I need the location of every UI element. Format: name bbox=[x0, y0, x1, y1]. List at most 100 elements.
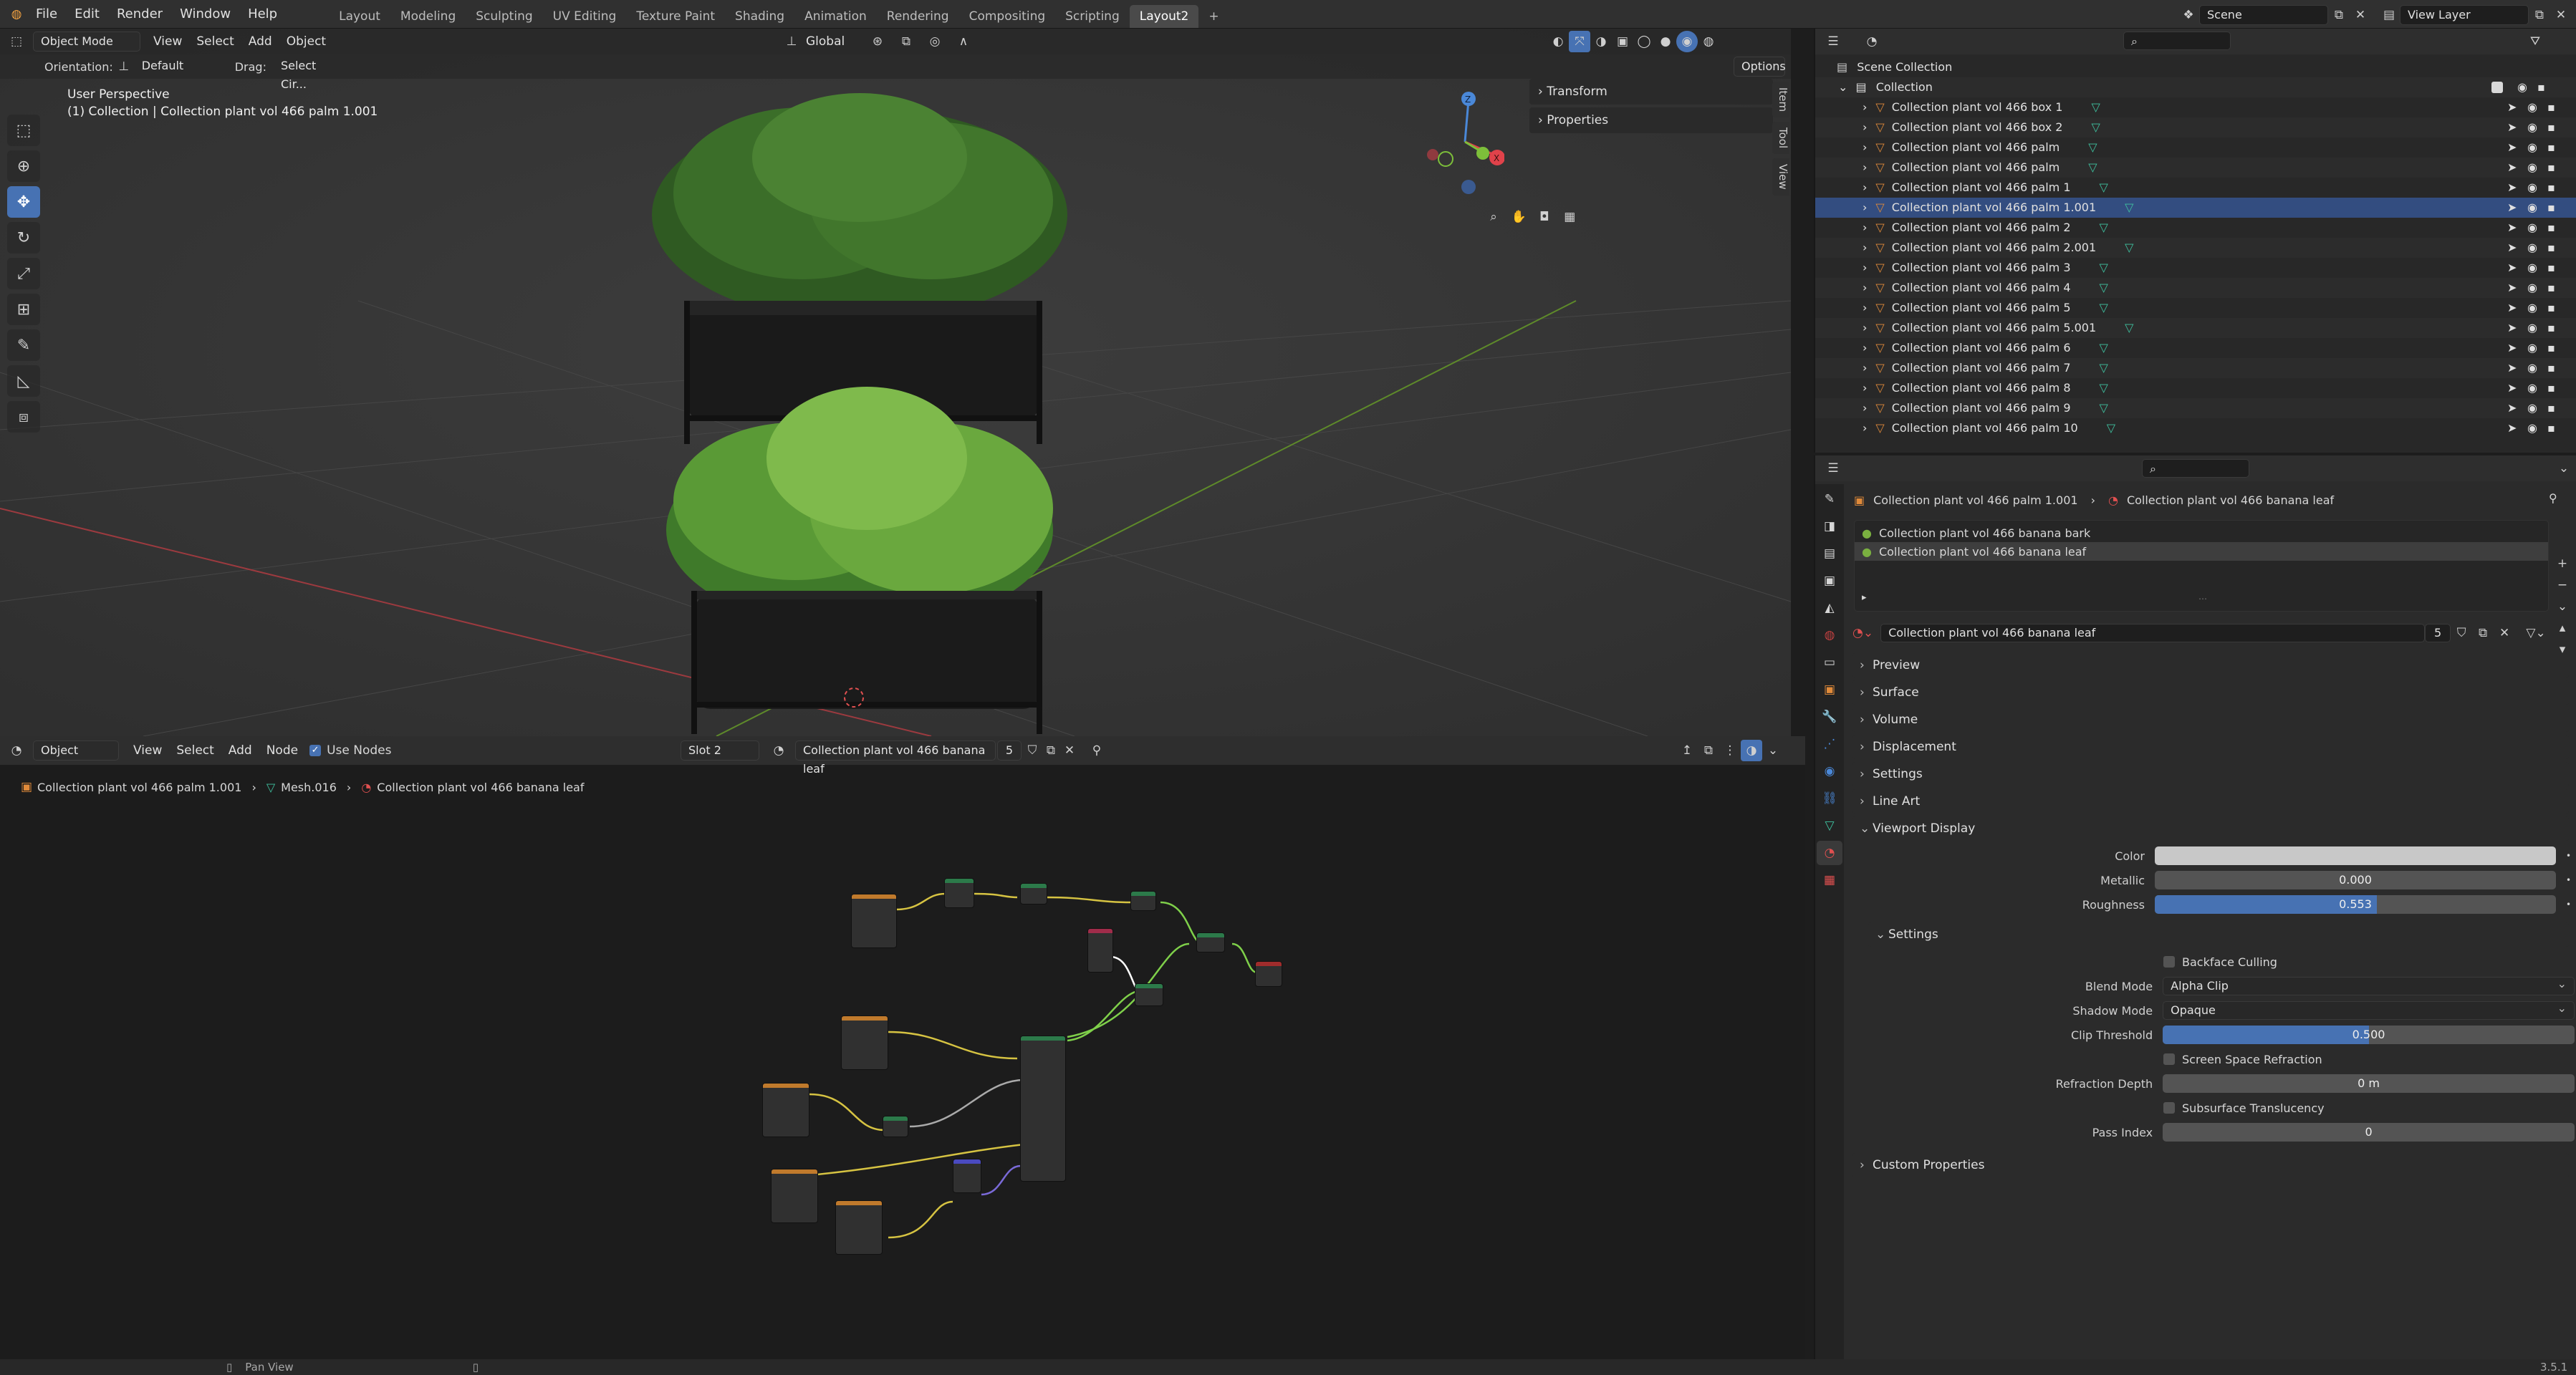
menu-help[interactable]: Help bbox=[239, 0, 286, 29]
backface-culling-checkbox[interactable] bbox=[2163, 956, 2175, 968]
outliner-row[interactable]: › ▽ Collection plant vol 466 palm 9 ▽ ➤ ◉ ▪ bbox=[1815, 398, 2576, 418]
shader-node-editor[interactable]: ◔ Object View Select Add Node ✓ Use Node… bbox=[0, 736, 1805, 1359]
camera-icon[interactable]: ▪ bbox=[2547, 398, 2555, 418]
mesh-data-icon[interactable]: ▽ bbox=[2091, 100, 2100, 114]
mesh-data-icon[interactable]: ▽ bbox=[2125, 241, 2133, 254]
select-toggle-icon[interactable]: ➤ bbox=[2507, 418, 2517, 438]
drag-dropdown[interactable]: Select Cir... bbox=[274, 57, 352, 91]
chevron-right-icon[interactable]: › bbox=[1863, 381, 1867, 395]
visibility-icon[interactable]: ◉ bbox=[2517, 77, 2527, 97]
refraction-depth-field[interactable]: 0 m bbox=[2163, 1074, 2575, 1093]
camera-icon[interactable]: ▪ bbox=[2547, 278, 2555, 298]
texture-node[interactable] bbox=[835, 1200, 883, 1255]
texture-node[interactable] bbox=[771, 1169, 818, 1223]
move-tool-icon[interactable]: ✥ bbox=[7, 186, 40, 218]
outliner-row[interactable]: › ▽ Collection plant vol 466 palm 2 ▽ ➤ ◉ ▪ bbox=[1815, 218, 2576, 238]
select-toggle-icon[interactable]: ➤ bbox=[2507, 97, 2517, 117]
orientation-dropdown[interactable]: Default bbox=[135, 57, 221, 77]
visibility-icon[interactable]: ◉ bbox=[2527, 398, 2537, 418]
visibility-icon[interactable]: ◉ bbox=[2527, 97, 2537, 117]
material-name-field[interactable]: Collection plant vol 466 banana leaf bbox=[1880, 624, 2426, 642]
wireframe-shading-icon[interactable]: ◯ bbox=[1633, 31, 1655, 52]
texture-node[interactable] bbox=[851, 894, 897, 948]
view-layer-tab-icon[interactable]: ▣ bbox=[1817, 569, 1842, 593]
outliner-row[interactable]: › ▽ Collection plant vol 466 palm 6 ▽ ➤ ◉ ▪ bbox=[1815, 338, 2576, 358]
texture-node[interactable] bbox=[762, 1083, 809, 1137]
select-toggle-icon[interactable]: ➤ bbox=[2507, 158, 2517, 178]
physics-tab-icon[interactable]: ◉ bbox=[1817, 759, 1842, 783]
outliner-row[interactable]: › ▽ Collection plant vol 466 palm 5.001 ▽ ➤ ◉… bbox=[1815, 318, 2576, 338]
duplicate-icon[interactable]: ⧉ bbox=[2472, 622, 2494, 644]
particles-tab-icon[interactable]: ⋰ bbox=[1817, 732, 1842, 756]
gizmo-toggle-icon[interactable]: ⤧ bbox=[1569, 31, 1590, 52]
annotate-tool-icon[interactable]: ✎ bbox=[7, 329, 40, 361]
transform-orientation-dropdown[interactable]: Global bbox=[799, 31, 852, 52]
preview-panel[interactable]: Preview bbox=[1852, 653, 2569, 677]
tab-view[interactable]: View bbox=[1772, 158, 1789, 196]
select-toggle-icon[interactable]: ➤ bbox=[2507, 138, 2517, 158]
collection-tab-icon[interactable]: ▭ bbox=[1817, 650, 1842, 675]
outliner-row[interactable]: › ▽ Collection plant vol 466 palm 8 ▽ ➤ ◉ ▪ bbox=[1815, 378, 2576, 398]
mesh-data-icon[interactable]: ▽ bbox=[2091, 120, 2100, 134]
select-toggle-icon[interactable]: ➤ bbox=[2507, 198, 2517, 218]
chevron-right-icon[interactable]: › bbox=[1863, 361, 1867, 375]
tab-tool[interactable]: Tool bbox=[1772, 122, 1789, 155]
texture-tab-icon[interactable]: ▦ bbox=[1817, 868, 1842, 892]
select-toggle-icon[interactable]: ➤ bbox=[2507, 358, 2517, 378]
visibility-icon[interactable]: ◉ bbox=[2527, 117, 2537, 138]
menu-object[interactable]: Object bbox=[279, 31, 333, 52]
volume-panel[interactable]: Volume bbox=[1852, 708, 2569, 732]
chevron-right-icon[interactable]: › bbox=[1863, 160, 1867, 174]
mesh-data-icon[interactable]: ▽ bbox=[2125, 201, 2133, 214]
ortho-grid-icon[interactable]: ▦ bbox=[1559, 206, 1580, 228]
copy-icon[interactable]: ⧉ bbox=[2328, 4, 2350, 26]
converter-node[interactable] bbox=[883, 1116, 908, 1137]
scale-tool-icon[interactable]: ⤢ bbox=[7, 258, 40, 289]
object-tab-icon[interactable]: ▣ bbox=[1817, 677, 1842, 702]
add-cube-tool-icon[interactable]: ⧈ bbox=[7, 401, 40, 433]
mesh-data-icon[interactable]: ▽ bbox=[2100, 381, 2108, 395]
outliner-row[interactable]: › ▽ Collection plant vol 466 palm 1 ▽ ➤ ◉ ▪ bbox=[1815, 178, 2576, 198]
select-toggle-icon[interactable]: ➤ bbox=[2507, 117, 2517, 138]
select-toggle-icon[interactable]: ➤ bbox=[2507, 278, 2517, 298]
outliner-row[interactable]: › ▽ Collection plant vol 466 palm 5 ▽ ➤ ◉ ▪ bbox=[1815, 298, 2576, 318]
camera-icon[interactable]: ▪ bbox=[2547, 117, 2555, 138]
display-mode-icon[interactable]: ◔ bbox=[1861, 31, 1883, 52]
outliner-row[interactable]: › ▽ Collection plant vol 466 palm 10 ▽ ➤ ◉ ▪ bbox=[1815, 418, 2576, 438]
chevron-down-icon[interactable]: ⌄ bbox=[1838, 80, 1847, 94]
shadow-mode-dropdown[interactable]: Opaque bbox=[2163, 1000, 2575, 1020]
add-workspace-button[interactable]: + bbox=[1198, 5, 1229, 28]
mesh-data-icon[interactable]: ▽ bbox=[2088, 140, 2097, 154]
visibility-icon[interactable]: ◉ bbox=[2527, 138, 2537, 158]
measure-tool-icon[interactable]: ◺ bbox=[7, 365, 40, 397]
camera-icon[interactable]: ▪ bbox=[2547, 158, 2555, 178]
camera-icon[interactable]: ▪ bbox=[2547, 178, 2555, 198]
backface-culling-row[interactable]: Backface Culling bbox=[1847, 950, 2575, 974]
blend-mode-dropdown[interactable]: Alpha Clip bbox=[2163, 975, 2575, 995]
ssr-checkbox[interactable] bbox=[2163, 1053, 2175, 1065]
camera-icon[interactable]: ▪ bbox=[2547, 218, 2555, 238]
chevron-right-icon[interactable]: › bbox=[1863, 201, 1867, 214]
outliner-row[interactable]: › ▽ Collection plant vol 466 palm ▽ ➤ ◉ ▪ bbox=[1815, 158, 2576, 178]
outliner-search-input[interactable]: ⌕ bbox=[2123, 32, 2231, 50]
output-tab-icon[interactable]: ▤ bbox=[1817, 541, 1842, 566]
visibility-icon[interactable]: ◉ bbox=[2527, 238, 2537, 258]
mesh-data-icon[interactable]: ▽ bbox=[2100, 261, 2108, 274]
color-swatch[interactable] bbox=[2155, 846, 2556, 865]
mix-shader-node[interactable] bbox=[1196, 932, 1225, 952]
roughness-slider[interactable]: 0.553 bbox=[2155, 895, 2556, 914]
slot-menu-icon[interactable]: ⌄ bbox=[2552, 596, 2573, 617]
tab-layout[interactable]: Layout bbox=[329, 5, 390, 28]
move-up-icon[interactable]: ▴ bbox=[2552, 617, 2573, 639]
properties-panel-header[interactable]: › Properties bbox=[1529, 107, 1773, 133]
mesh-data-icon[interactable]: ▽ bbox=[2100, 341, 2108, 354]
outliner-row[interactable]: › ▽ Collection plant vol 466 box 2 ▽ ➤ ◉ ▪ bbox=[1815, 117, 2576, 138]
mesh-data-icon[interactable]: ▽ bbox=[2100, 221, 2108, 234]
mix-node[interactable] bbox=[1130, 891, 1156, 911]
camera-icon[interactable]: ▪ bbox=[2547, 97, 2555, 117]
tab-modeling[interactable]: Modeling bbox=[390, 5, 466, 28]
mesh-data-icon[interactable]: ▽ bbox=[2100, 301, 2108, 314]
tab-layout2[interactable]: Layout2 bbox=[1129, 5, 1199, 28]
menu-select[interactable]: Select bbox=[189, 31, 241, 52]
lower-planter[interactable] bbox=[666, 387, 1053, 734]
